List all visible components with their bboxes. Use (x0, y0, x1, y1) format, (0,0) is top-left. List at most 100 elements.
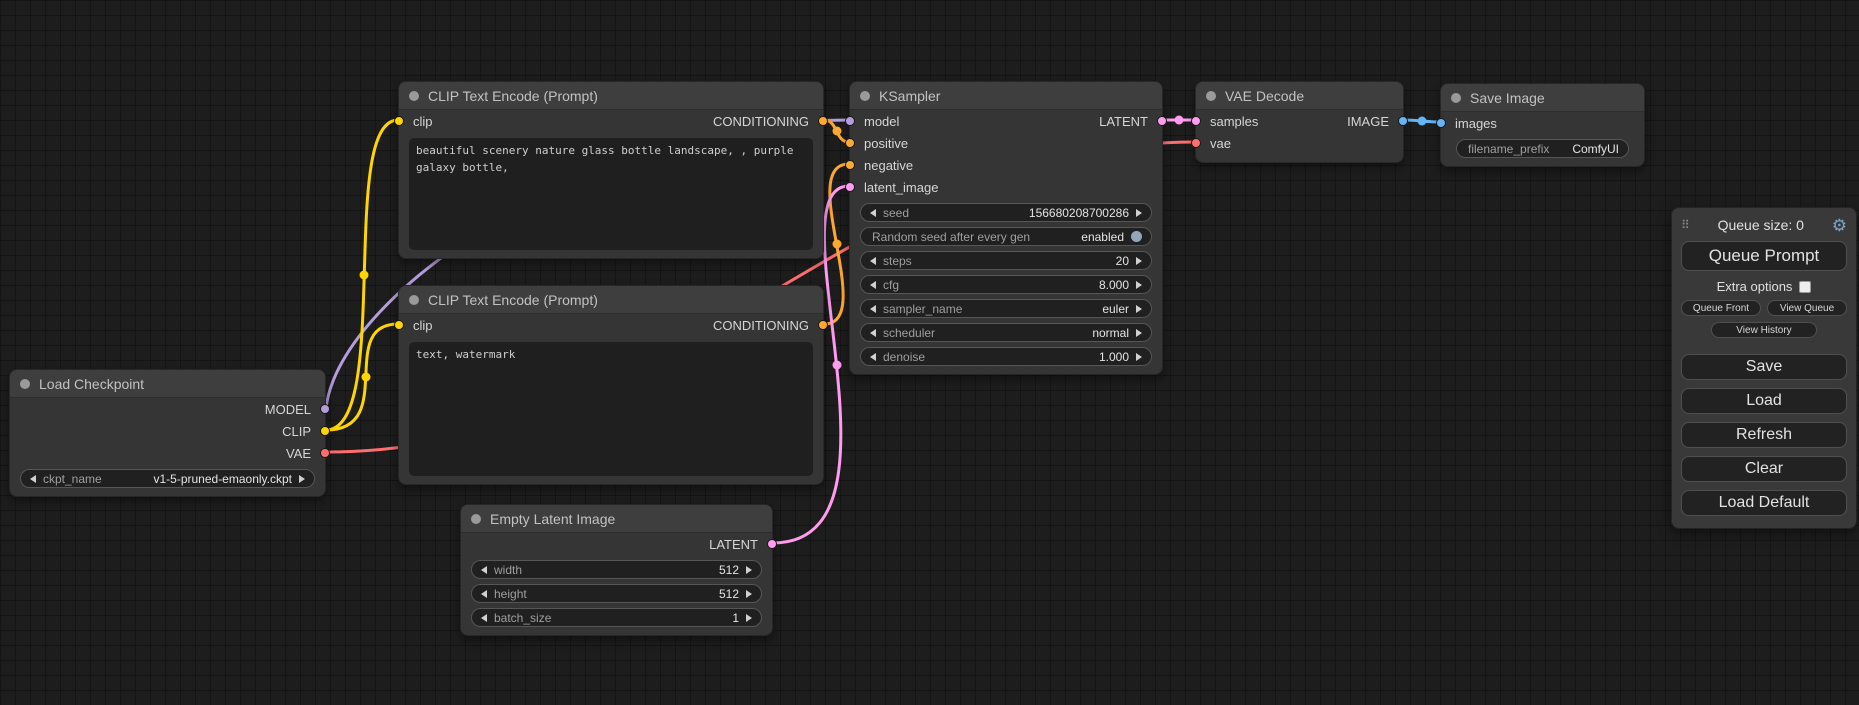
node-titlebar[interactable]: Save Image (1441, 84, 1644, 112)
output-label-image: IMAGE (1347, 114, 1389, 129)
decrement-arrow-icon[interactable] (870, 257, 876, 265)
node-empty-latent-image[interactable]: Empty Latent Image LATENT width 512 heig… (460, 504, 773, 636)
output-port-latent[interactable] (767, 539, 777, 549)
width-number-widget[interactable]: width 512 (471, 560, 762, 579)
node-ksampler[interactable]: KSampler model LATENT positive negative … (849, 81, 1163, 375)
collapse-dot-icon[interactable] (860, 91, 870, 101)
filename-prefix-text-widget[interactable]: filename_prefix ComfyUI (1456, 139, 1629, 158)
port-row: images (1441, 112, 1644, 134)
decrement-arrow-icon[interactable] (870, 281, 876, 289)
prompt-text-area[interactable]: beautiful scenery nature glass bottle la… (409, 138, 813, 250)
node-vae-decode[interactable]: VAE Decode samples IMAGE vae (1195, 81, 1404, 163)
output-port-latent[interactable] (1157, 116, 1167, 126)
input-port-clip[interactable] (394, 116, 404, 126)
seed-number-widget[interactable]: seed 156680208700286 (860, 203, 1152, 222)
node-titlebar[interactable]: CLIP Text Encode (Prompt) (399, 286, 823, 314)
decrement-arrow-icon[interactable] (481, 566, 487, 574)
node-titlebar[interactable]: Empty Latent Image (461, 505, 772, 533)
sampler-name-combo-widget[interactable]: sampler_name euler (860, 299, 1152, 318)
decrement-arrow-icon[interactable] (870, 353, 876, 361)
node-save-image[interactable]: Save Image images filename_prefix ComfyU… (1440, 83, 1645, 167)
settings-gear-icon[interactable]: ⚙ (1832, 217, 1847, 234)
node-titlebar[interactable]: Load Checkpoint (10, 370, 325, 398)
denoise-number-widget[interactable]: denoise 1.000 (860, 347, 1152, 366)
view-history-button[interactable]: View History (1711, 322, 1817, 338)
collapse-dot-icon[interactable] (471, 514, 481, 524)
random-seed-toggle-widget[interactable]: Random seed after every gen enabled (860, 227, 1152, 246)
node-load-checkpoint[interactable]: Load Checkpoint MODEL CLIP VAE ckpt_name… (9, 369, 326, 497)
queue-prompt-button[interactable]: Queue Prompt (1681, 241, 1847, 271)
decrement-arrow-icon[interactable] (481, 614, 487, 622)
node-titlebar[interactable]: CLIP Text Encode (Prompt) (399, 82, 823, 110)
next-value-arrow-icon[interactable] (1136, 329, 1142, 337)
increment-arrow-icon[interactable] (1136, 281, 1142, 289)
input-port-images[interactable] (1436, 118, 1446, 128)
collapse-dot-icon[interactable] (409, 91, 419, 101)
node-title: CLIP Text Encode (Prompt) (428, 88, 598, 104)
output-port-conditioning[interactable] (818, 320, 828, 330)
output-port-vae[interactable] (320, 448, 330, 458)
decrement-arrow-icon[interactable] (481, 590, 487, 598)
height-number-widget[interactable]: height 512 (471, 584, 762, 603)
history-row: View History (1681, 322, 1847, 338)
node-titlebar[interactable]: VAE Decode (1196, 82, 1403, 110)
batch-size-number-widget[interactable]: batch_size 1 (471, 608, 762, 627)
input-port-negative[interactable] (845, 160, 855, 170)
widget-label: width (494, 563, 522, 577)
input-port-positive[interactable] (845, 138, 855, 148)
output-port-clip[interactable] (320, 426, 330, 436)
next-value-arrow-icon[interactable] (1136, 305, 1142, 313)
input-port-clip[interactable] (394, 320, 404, 330)
decrement-arrow-icon[interactable] (870, 209, 876, 217)
view-queue-button[interactable]: View Queue (1767, 300, 1847, 316)
input-port-model[interactable] (845, 116, 855, 126)
save-button[interactable]: Save (1681, 354, 1847, 380)
collapse-dot-icon[interactable] (409, 295, 419, 305)
increment-arrow-icon[interactable] (1136, 257, 1142, 265)
input-label-negative: negative (864, 158, 913, 173)
input-port-latent-image[interactable] (845, 182, 855, 192)
ckpt-name-combo-widget[interactable]: ckpt_name v1-5-pruned-emaonly.ckpt (20, 469, 315, 488)
node-title: Load Checkpoint (39, 376, 144, 392)
collapse-dot-icon[interactable] (1451, 93, 1461, 103)
collapse-dot-icon[interactable] (1206, 91, 1216, 101)
increment-arrow-icon[interactable] (1136, 353, 1142, 361)
input-port-vae[interactable] (1191, 138, 1201, 148)
prev-value-arrow-icon[interactable] (870, 329, 876, 337)
output-port-image[interactable] (1398, 116, 1408, 126)
load-button[interactable]: Load (1681, 388, 1847, 414)
output-label-model: MODEL (265, 402, 311, 417)
clear-button[interactable]: Clear (1681, 456, 1847, 482)
drag-handle-icon[interactable]: ⠿ (1681, 218, 1690, 232)
increment-arrow-icon[interactable] (746, 590, 752, 598)
output-port-conditioning[interactable] (818, 116, 828, 126)
node-clip-text-encode-negative[interactable]: CLIP Text Encode (Prompt) clip CONDITION… (398, 285, 824, 485)
refresh-button[interactable]: Refresh (1681, 422, 1847, 448)
load-default-button[interactable]: Load Default (1681, 490, 1847, 516)
next-value-arrow-icon[interactable] (299, 475, 305, 483)
prev-value-arrow-icon[interactable] (870, 305, 876, 313)
prompt-text-area[interactable]: text, watermark (409, 342, 813, 476)
increment-arrow-icon[interactable] (746, 566, 752, 574)
cfg-number-widget[interactable]: cfg 8.000 (860, 275, 1152, 294)
output-port-model[interactable] (320, 404, 330, 414)
node-title: Empty Latent Image (490, 511, 615, 527)
steps-number-widget[interactable]: steps 20 (860, 251, 1152, 270)
increment-arrow-icon[interactable] (1136, 209, 1142, 217)
prev-value-arrow-icon[interactable] (30, 475, 36, 483)
increment-arrow-icon[interactable] (746, 614, 752, 622)
extra-options-checkbox[interactable] (1799, 281, 1811, 293)
node-titlebar[interactable]: KSampler (850, 82, 1162, 110)
output-row-vae: VAE (10, 442, 325, 464)
collapse-dot-icon[interactable] (20, 379, 30, 389)
output-label-clip: CLIP (282, 424, 311, 439)
queue-front-button[interactable]: Queue Front (1681, 300, 1761, 316)
widget-label: batch_size (494, 611, 551, 625)
graph-canvas[interactable]: Load Checkpoint MODEL CLIP VAE ckpt_name… (0, 0, 1859, 705)
node-clip-text-encode-positive[interactable]: CLIP Text Encode (Prompt) clip CONDITION… (398, 81, 824, 259)
widget-value: 1 (732, 611, 739, 625)
input-port-samples[interactable] (1191, 116, 1201, 126)
scheduler-combo-widget[interactable]: scheduler normal (860, 323, 1152, 342)
extra-options-row: Extra options (1681, 279, 1847, 294)
toggle-dot-icon[interactable] (1131, 231, 1142, 242)
